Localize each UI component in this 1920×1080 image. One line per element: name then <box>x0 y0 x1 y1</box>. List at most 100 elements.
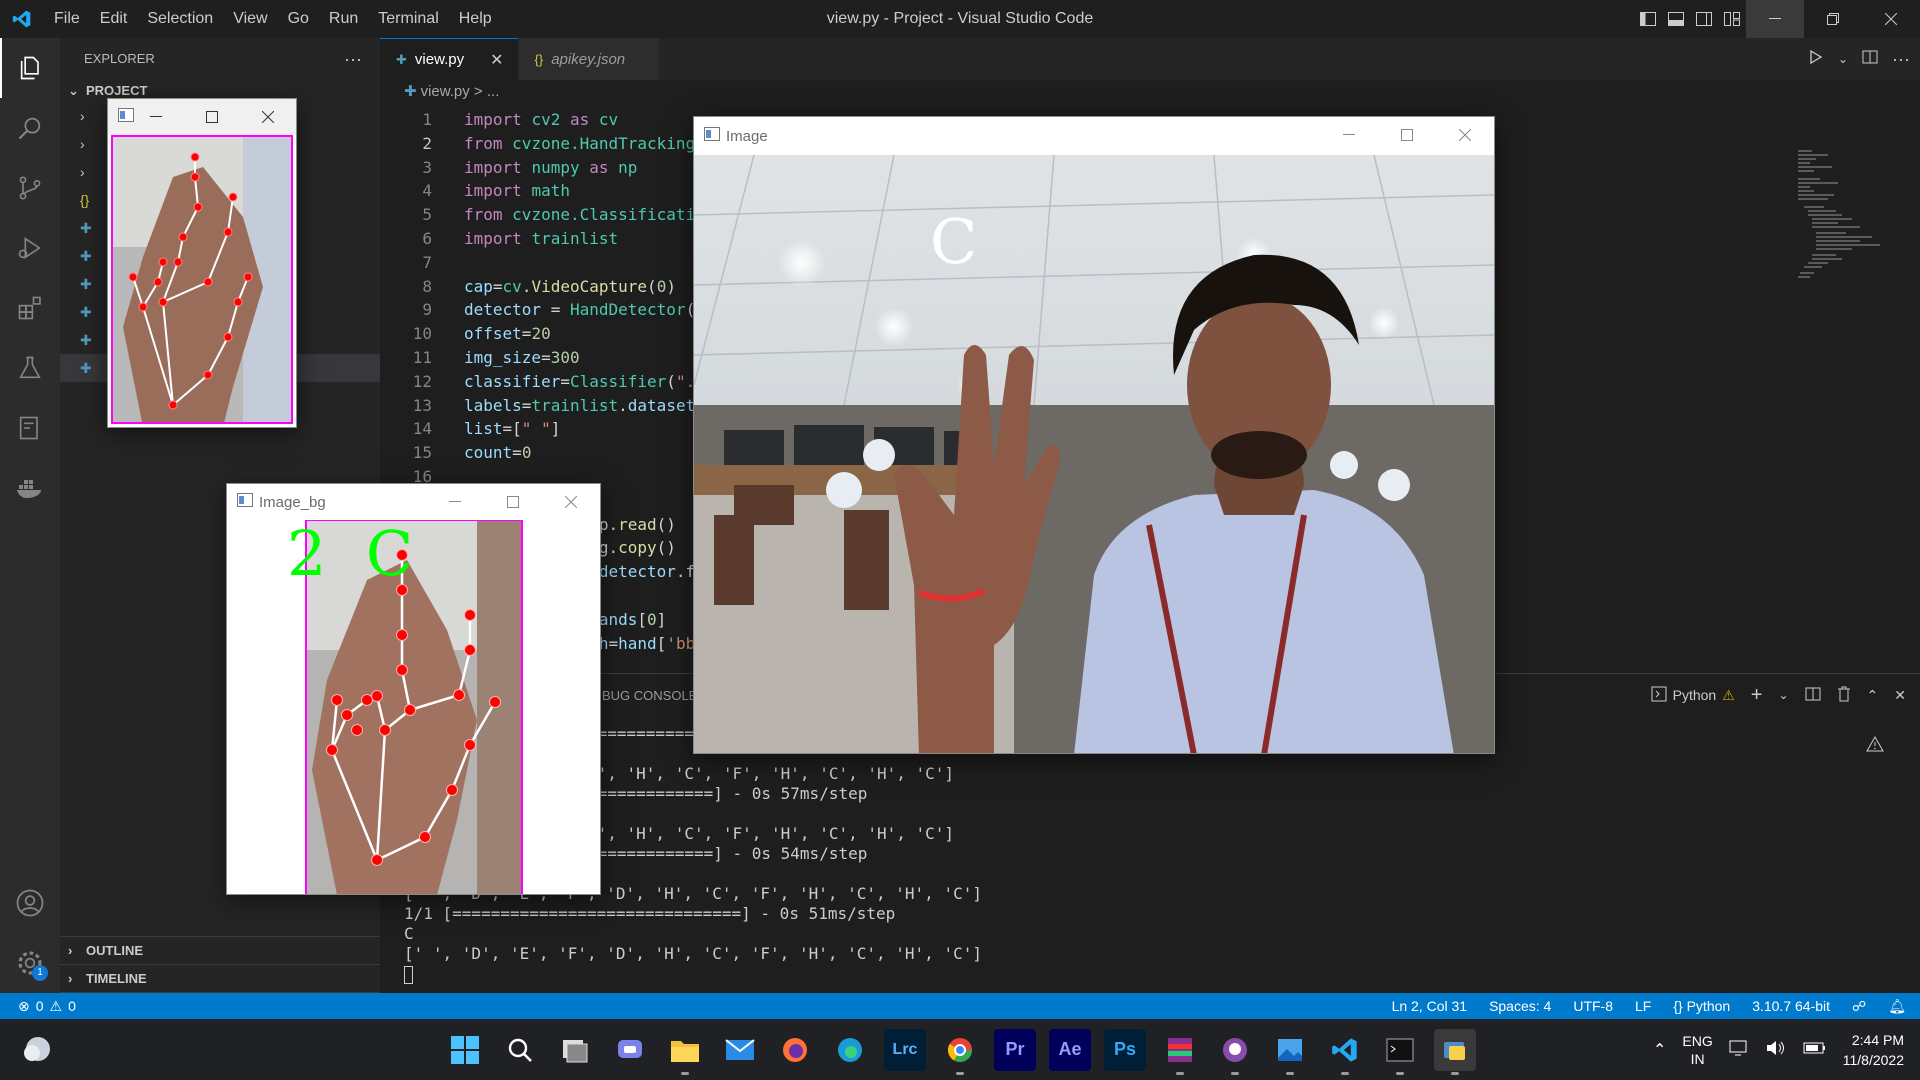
chevron-up-icon[interactable]: ⌃ <box>1653 1040 1666 1060</box>
breadcrumb-text: view.py > ... <box>420 83 500 100</box>
clock[interactable]: 2:44 PM 11/8/2022 <box>1843 1030 1904 1070</box>
chevron-down-icon[interactable]: ⌄ <box>1838 52 1848 66</box>
menu-selection[interactable]: Selection <box>137 0 223 38</box>
explorer-icon[interactable] <box>0 38 60 98</box>
image-window[interactable]: Image C <box>693 116 1495 754</box>
firefox-icon[interactable] <box>774 1029 816 1071</box>
restore-window-icon[interactable] <box>1804 0 1862 38</box>
premiere-pro-icon[interactable]: Pr <box>994 1028 1036 1071</box>
after-effects-icon[interactable]: Ae <box>1049 1028 1091 1071</box>
new-terminal-icon[interactable]: + <box>1751 684 1763 707</box>
image-bg-title-bar[interactable]: Image_bg <box>227 484 600 520</box>
start-windows-icon[interactable] <box>444 1029 486 1071</box>
image-window-title-bar[interactable]: Image <box>694 117 1494 155</box>
menu-go[interactable]: Go <box>278 0 319 38</box>
run-debug-icon[interactable] <box>0 218 60 278</box>
minimize-icon[interactable] <box>426 484 484 520</box>
close-icon[interactable] <box>240 99 296 135</box>
menu-view[interactable]: View <box>223 0 277 38</box>
terminal-app-icon[interactable] <box>1379 1029 1421 1075</box>
vscode-logo-icon <box>0 0 44 38</box>
accounts-icon[interactable] <box>0 873 60 933</box>
chevron-down-icon[interactable]: ⌄ <box>1778 688 1788 702</box>
notifications-bell-icon[interactable]: 🔔︎ <box>1888 998 1906 1015</box>
indentation[interactable]: Spaces: 4 <box>1489 998 1551 1014</box>
photos-icon[interactable] <box>1269 1029 1311 1075</box>
crop-image-window[interactable] <box>107 98 297 428</box>
winrar-icon[interactable] <box>1159 1029 1201 1075</box>
network-icon[interactable] <box>1729 1039 1749 1060</box>
teams-chat-icon[interactable] <box>609 1029 651 1071</box>
line-ending[interactable]: LF <box>1635 998 1651 1014</box>
extensions-icon[interactable] <box>0 278 60 338</box>
language-mode[interactable]: {} Python <box>1673 998 1730 1014</box>
toggle-sidebar-icon[interactable] <box>1634 0 1662 38</box>
lightroom-classic-icon[interactable]: Lrc <box>884 1028 926 1071</box>
source-control-icon[interactable] <box>0 158 60 218</box>
tab-debug-console[interactable]: BUG CONSOLE <box>602 688 697 703</box>
image-bg-window[interactable]: Image_bg 2 C <box>226 483 601 895</box>
more-actions-icon[interactable]: ··· <box>344 38 362 80</box>
mail-icon[interactable] <box>719 1029 761 1071</box>
terminal-selector[interactable]: Python ⚠ <box>1651 686 1735 705</box>
feedback-icon[interactable]: ☍ <box>1852 998 1866 1015</box>
input-language[interactable]: ENG IN <box>1682 1032 1712 1068</box>
github-desktop-icon[interactable] <box>1214 1029 1256 1075</box>
tab-apikey-json[interactable]: {} apikey.json <box>518 38 661 80</box>
task-view-icon[interactable] <box>554 1029 596 1071</box>
toggle-panel-icon[interactable] <box>1662 0 1690 38</box>
close-icon[interactable] <box>1436 117 1494 153</box>
battery-icon[interactable] <box>1803 1041 1827 1058</box>
minimize-window-icon[interactable] <box>1746 0 1804 38</box>
minimize-icon[interactable] <box>1320 117 1378 153</box>
problems-indicator[interactable]: ⊗ 0 ⚠ 0 <box>0 998 76 1015</box>
photoshop-icon[interactable]: Ps <box>1104 1028 1146 1071</box>
close-tab-icon[interactable]: ✕ <box>490 50 503 70</box>
python-file-icon: ✚ <box>80 219 92 236</box>
python-interpreter[interactable]: 3.10.7 64-bit <box>1752 998 1830 1014</box>
menu-help[interactable]: Help <box>449 0 502 38</box>
timeline-section[interactable]: › TIMELINE <box>60 965 380 993</box>
split-editor-icon[interactable] <box>1862 49 1878 70</box>
split-terminal-icon[interactable] <box>1805 686 1821 705</box>
run-python-file-icon[interactable] <box>1808 49 1824 70</box>
minimap[interactable] <box>1778 148 1898 288</box>
more-actions-icon[interactable]: ··· <box>1892 49 1910 70</box>
maximize-icon[interactable] <box>1378 117 1436 153</box>
breadcrumb[interactable]: ✚ view.py > ... <box>380 80 1920 104</box>
menu-run[interactable]: Run <box>319 0 368 38</box>
python-app-icon[interactable] <box>1434 1028 1476 1075</box>
file-explorer-icon[interactable] <box>664 1029 706 1075</box>
encoding[interactable]: UTF-8 <box>1573 998 1613 1014</box>
chrome-icon[interactable] <box>939 1029 981 1075</box>
crop-window-title-bar[interactable] <box>108 99 296 135</box>
outline-section[interactable]: › OUTLINE <box>60 937 380 965</box>
manage-gear-icon[interactable]: 1 <box>0 933 60 993</box>
close-icon[interactable] <box>542 484 600 520</box>
chevron-up-icon[interactable]: ⌃ <box>1867 687 1879 704</box>
close-panel-icon[interactable]: ✕ <box>1894 687 1906 704</box>
search-icon[interactable] <box>499 1029 541 1071</box>
toggle-secondary-sidebar-icon[interactable] <box>1690 0 1718 38</box>
customize-layout-icon[interactable] <box>1718 0 1746 38</box>
menu-terminal[interactable]: Terminal <box>368 0 448 38</box>
volume-icon[interactable] <box>1765 1039 1787 1060</box>
close-window-icon[interactable] <box>1862 0 1920 38</box>
edge-icon[interactable] <box>829 1029 871 1071</box>
trash-icon[interactable] <box>1837 686 1851 705</box>
testing-icon[interactable] <box>0 338 60 398</box>
docker-icon[interactable] <box>0 458 60 518</box>
cursor-position[interactable]: Ln 2, Col 31 <box>1392 998 1468 1014</box>
search-icon[interactable] <box>0 98 60 158</box>
tab-view-py[interactable]: ✚ view.py ✕ <box>380 38 519 80</box>
chevron-down-icon: ⌄ <box>68 83 79 98</box>
weather-icon[interactable] <box>20 1031 56 1067</box>
remote-explorer-icon[interactable] <box>0 398 60 458</box>
vscode-icon[interactable] <box>1324 1029 1366 1075</box>
menu-file[interactable]: File <box>44 0 90 38</box>
maximize-icon[interactable] <box>184 99 240 135</box>
code-line: cap=cv.VideoCapture(0) <box>464 276 676 296</box>
menu-edit[interactable]: Edit <box>90 0 138 38</box>
maximize-icon[interactable] <box>484 484 542 520</box>
minimize-icon[interactable] <box>128 99 184 135</box>
